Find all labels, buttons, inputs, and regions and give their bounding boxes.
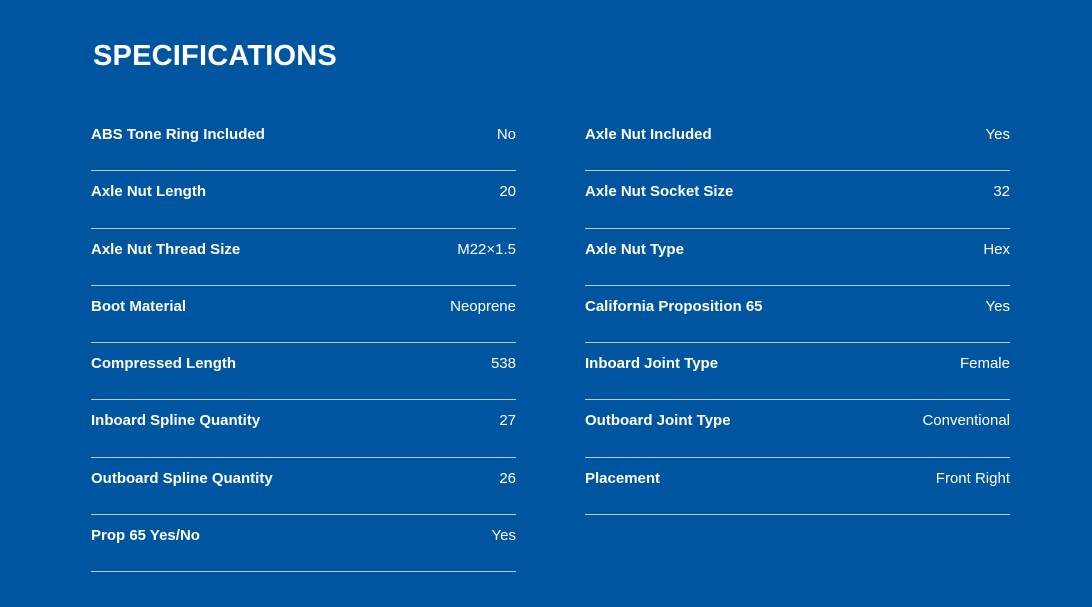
spec-value: Yes	[985, 126, 1010, 143]
spec-label: Axle Nut Thread Size	[91, 240, 241, 258]
page-title: SPECIFICATIONS	[93, 40, 337, 72]
spec-label: Axle Nut Length	[91, 183, 206, 201]
spec-label: California Proposition 65	[585, 297, 763, 315]
spec-value: Yes	[985, 297, 1010, 315]
spec-value: No	[496, 126, 516, 143]
spec-label: Axle Nut Socket Size	[585, 183, 734, 201]
specifications-grid: ABS Tone Ring Included No Axle Nut Lengt…	[91, 114, 1010, 573]
spec-label: Compressed Length	[91, 355, 237, 373]
spec-row-placement: Placement Front Right	[585, 458, 1010, 516]
spec-value: Yes	[491, 527, 516, 545]
spec-label: ABS Tone Ring Included	[91, 126, 265, 143]
spec-row-california-proposition-65: California Proposition 65 Yes	[585, 286, 1010, 344]
spec-label: Outboard Spline Quantity	[91, 469, 273, 487]
spec-row-outboard-joint-type: Outboard Joint Type Conventional	[585, 400, 1010, 458]
spec-value: 27	[499, 412, 516, 430]
specs-left-column: ABS Tone Ring Included No Axle Nut Lengt…	[91, 114, 516, 573]
spec-label: Axle Nut Type	[585, 240, 684, 258]
spec-value: 32	[993, 183, 1010, 201]
spec-label: Axle Nut Included	[585, 126, 712, 143]
spec-value: 20	[499, 183, 516, 201]
spec-label: Outboard Joint Type	[585, 412, 731, 430]
spec-row-axle-nut-thread-size: Axle Nut Thread Size M22×1.5	[91, 229, 516, 286]
spec-row-boot-material: Boot Material Neoprene	[91, 286, 516, 344]
spec-value: 538	[490, 355, 516, 373]
spec-row-axle-nut-socket-size: Axle Nut Socket Size 32	[585, 171, 1010, 229]
spec-label: Prop 65 Yes/No	[91, 527, 200, 545]
spec-row-axle-nut-length: Axle Nut Length 20	[91, 171, 516, 229]
spec-row-compressed-length: Compressed Length 538	[91, 343, 516, 401]
spec-label: Boot Material	[91, 297, 187, 315]
spec-value: Neoprene	[450, 297, 516, 315]
spec-row-abs-tone-ring-included: ABS Tone Ring Included No	[91, 114, 516, 172]
spec-value: M22×1.5	[457, 240, 516, 258]
spec-row-inboard-spline-quantity: Inboard Spline Quantity 27	[91, 400, 516, 458]
spec-value: 26	[499, 469, 516, 487]
spec-row-axle-nut-type: Axle Nut Type Hex	[585, 229, 1010, 286]
spec-value: Conventional	[922, 412, 1010, 430]
spec-row-inboard-joint-type: Inboard Joint Type Female	[585, 343, 1010, 401]
spec-row-outboard-spline-quantity: Outboard Spline Quantity 26	[91, 458, 516, 516]
specs-right-column: Axle Nut Included Yes Axle Nut Socket Si…	[585, 114, 1010, 572]
spec-value: Hex	[983, 240, 1010, 258]
spec-row-axle-nut-included: Axle Nut Included Yes	[585, 114, 1010, 172]
spec-label: Inboard Spline Quantity	[91, 412, 261, 430]
spec-value: Female	[959, 355, 1010, 373]
spec-value: Front Right	[935, 469, 1010, 487]
spec-label: Placement	[585, 469, 661, 487]
spec-row-prop-65-yes-no: Prop 65 Yes/No Yes	[91, 515, 516, 573]
spec-label: Inboard Joint Type	[585, 355, 719, 373]
